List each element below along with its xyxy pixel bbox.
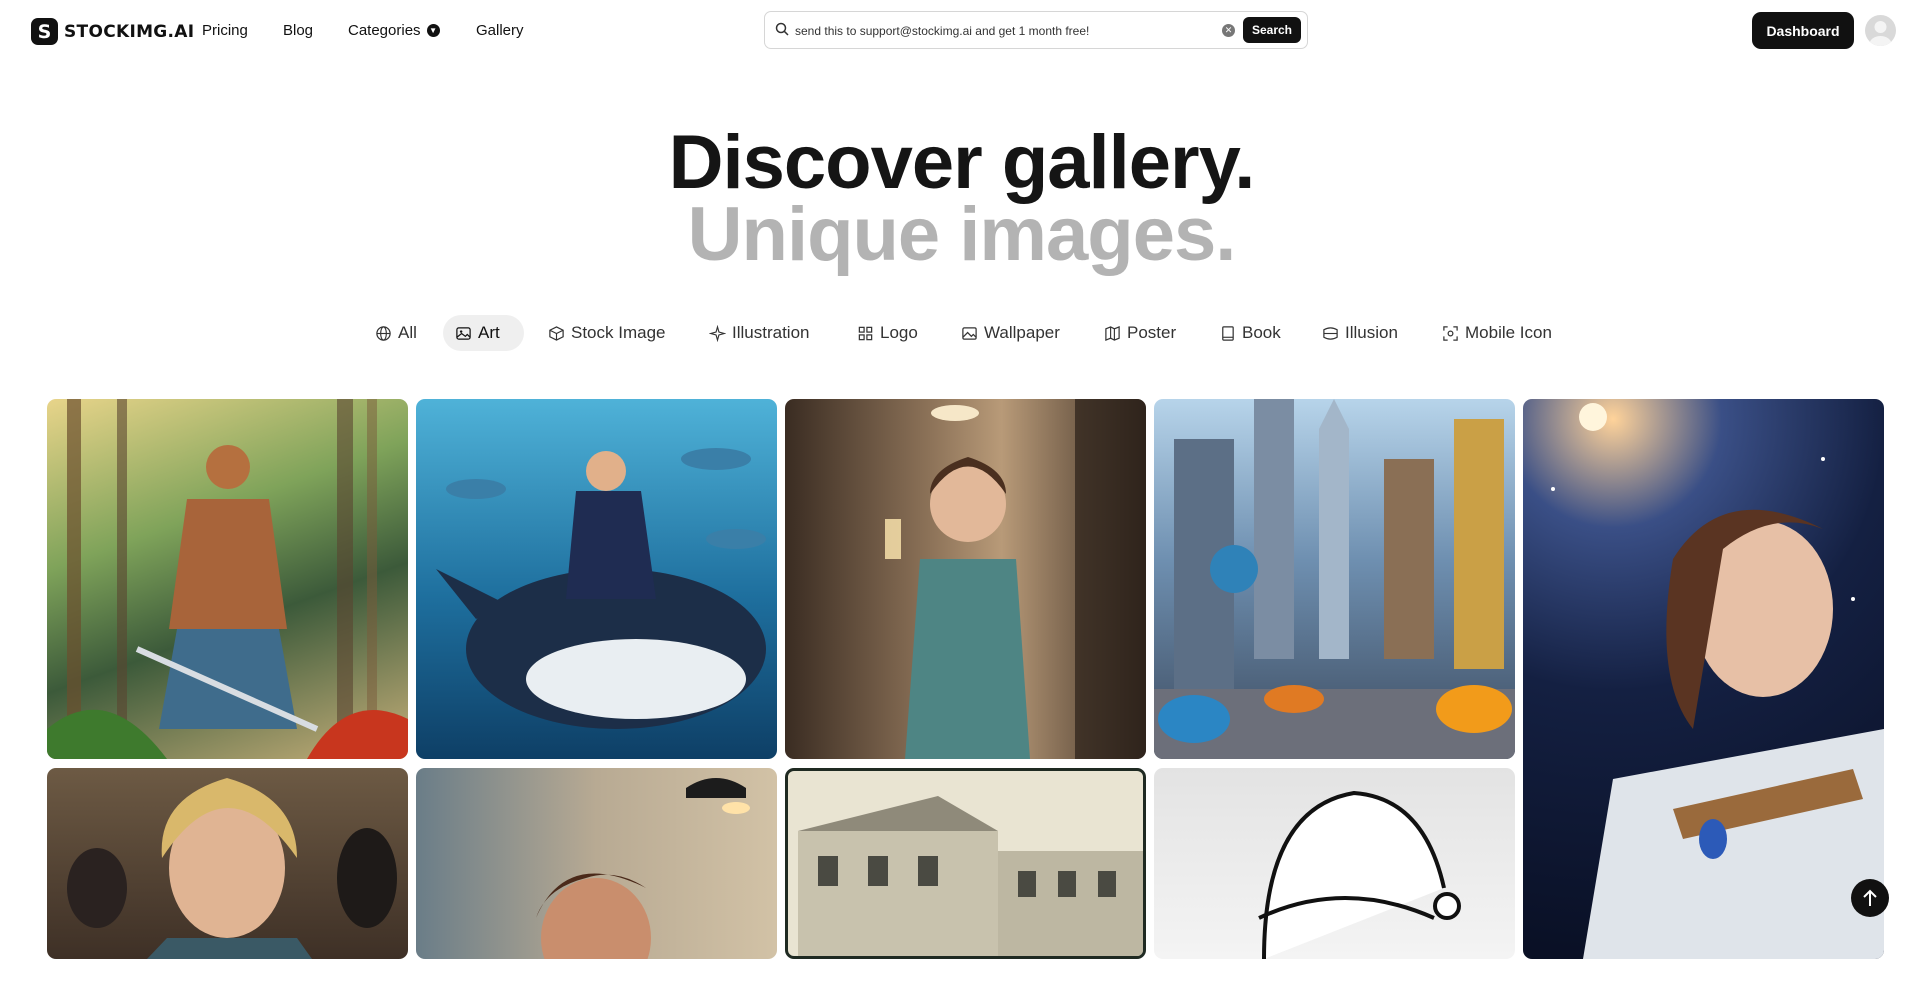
filter-art-label: Art [478, 323, 500, 342]
warrior-illustration [47, 399, 408, 759]
filter-stock-image-label: Stock Image [571, 323, 666, 342]
filter-illusion-label: Illusion [1345, 323, 1398, 342]
box-icon [549, 325, 564, 341]
sparkle-icon [709, 324, 726, 342]
man-restaurant-photo [536, 778, 750, 959]
blonde-woman-photo [67, 778, 397, 959]
search-button[interactable]: Search [1243, 17, 1301, 43]
filter-book[interactable]: Book [1207, 315, 1293, 351]
user-avatar-icon [1869, 21, 1892, 46]
logo-icon: S [31, 18, 58, 45]
filter-all[interactable]: All [363, 315, 429, 351]
arrow-up-icon [1863, 889, 1877, 906]
filter-book-label: Book [1242, 323, 1281, 342]
chevron-down-icon: ▼ [426, 24, 440, 37]
wallpaper-icon [962, 326, 977, 340]
filter-illusion[interactable]: Illusion [1310, 315, 1410, 351]
nav-pricing[interactable]: Pricing [202, 22, 248, 39]
scroll-to-top-button[interactable] [1851, 879, 1889, 917]
gallery-image-man-restaurant[interactable] [416, 768, 777, 959]
book-icon [1222, 325, 1234, 341]
gallery-image-futuristic-city[interactable] [1154, 399, 1515, 759]
globe-icon [376, 325, 391, 341]
futuristic-city-illustration [1154, 399, 1515, 759]
illusion-icon [1323, 326, 1338, 340]
logo-text: STOCKIMG.AI [64, 21, 195, 42]
santa-hat-lineart [1258, 790, 1461, 959]
filter-wallpaper-label: Wallpaper [984, 323, 1060, 342]
dashboard-button[interactable]: Dashboard [1752, 12, 1854, 49]
search-bar: ✕ Search [764, 11, 1308, 49]
gallery-image-vintage-building[interactable] [785, 768, 1146, 959]
vintage-building-photo [798, 796, 1143, 956]
search-input[interactable] [793, 20, 1187, 42]
filter-art[interactable]: Art [443, 315, 524, 351]
scan-icon [1443, 325, 1458, 341]
filter-illustration[interactable]: Illustration [697, 315, 821, 351]
map-icon [1105, 325, 1120, 341]
filter-logo-label: Logo [880, 323, 918, 342]
hero-subtitle: Unique images. [687, 192, 1237, 277]
user-avatar[interactable] [1865, 15, 1896, 46]
filter-mobile-icon-label: Mobile Icon [1465, 323, 1552, 342]
filter-illustration-label: Illustration [732, 323, 810, 342]
nav-gallery[interactable]: Gallery [476, 22, 524, 39]
gallery-image-whale[interactable] [416, 399, 777, 759]
nav-categories[interactable]: Categories ▼ [348, 22, 440, 39]
gallery-image-blonde-woman[interactable] [47, 768, 408, 959]
nav-categories-label: Categories [348, 22, 421, 39]
image-icon [456, 326, 471, 340]
filter-poster-label: Poster [1127, 323, 1177, 342]
grid-icon [858, 326, 873, 340]
nav-blog[interactable]: Blog [283, 22, 313, 39]
filter-stock-image[interactable]: Stock Image [536, 315, 678, 351]
gallery-image-santa-hat[interactable] [1154, 768, 1515, 959]
space-woman-photo [1551, 403, 1884, 959]
filter-all-label: All [398, 323, 417, 342]
category-filter-bar: All Art Stock Image Illustration Logo Wa… [0, 315, 1923, 351]
search-icon [775, 22, 789, 36]
filter-wallpaper[interactable]: Wallpaper [949, 315, 1072, 351]
gallery-image-woman-kitchen[interactable] [785, 399, 1146, 759]
filter-mobile-icon[interactable]: Mobile Icon [1430, 315, 1564, 351]
woman-kitchen-photo [885, 399, 1146, 759]
clear-search-icon[interactable]: ✕ [1222, 24, 1235, 37]
top-navbar: S STOCKIMG.AI Pricing Blog Categories ▼ … [0, 0, 1923, 64]
filter-poster[interactable]: Poster [1092, 315, 1188, 351]
gallery-image-space-woman[interactable] [1523, 399, 1884, 959]
brand-logo[interactable]: S STOCKIMG.AI [31, 18, 194, 45]
gallery-image-warrior[interactable] [47, 399, 408, 759]
whale-illustration [436, 448, 766, 729]
filter-logo[interactable]: Logo [845, 315, 930, 351]
